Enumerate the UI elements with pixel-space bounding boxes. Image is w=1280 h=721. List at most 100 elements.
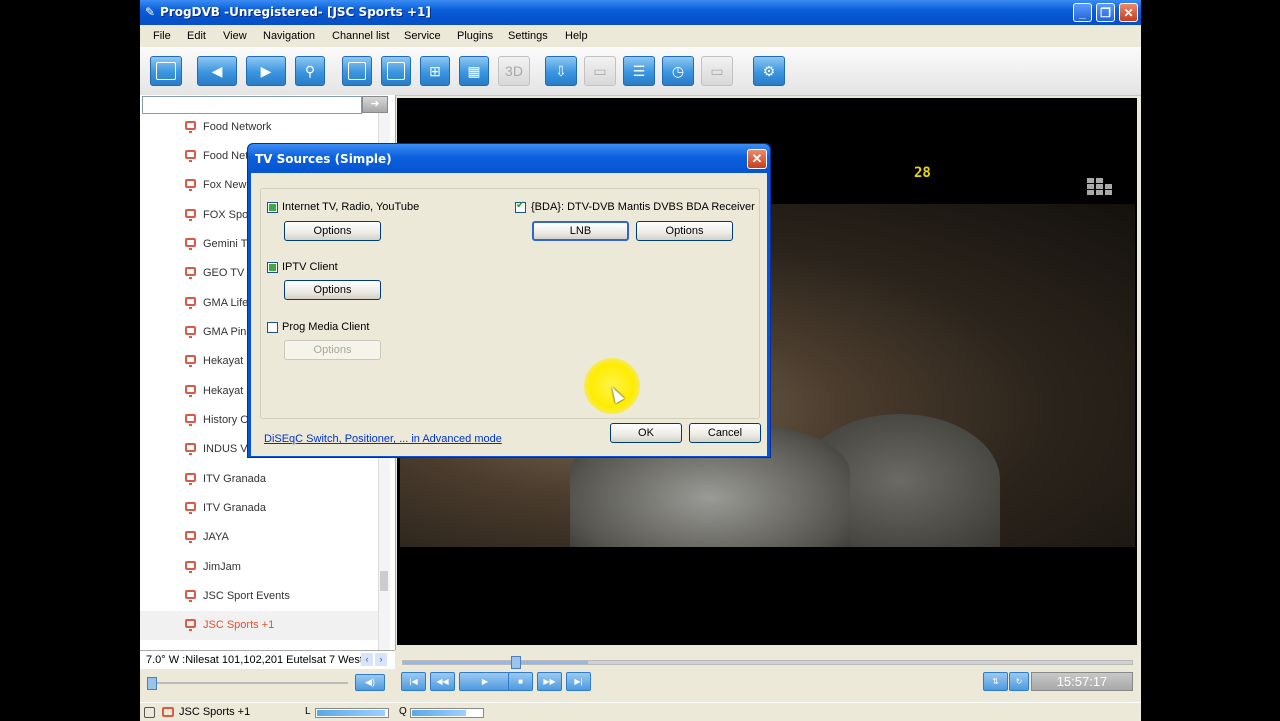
progdvb-app-icon: ✎: [144, 5, 156, 19]
refresh-icon[interactable]: ↻: [1009, 672, 1029, 691]
audio-button[interactable]: ◀): [355, 674, 385, 691]
prog-media-options-button[interactable]: Options: [284, 340, 381, 360]
bda-receiver-label: {BDA}: DTV-DVB Mantis DVBS BDA Receiver: [531, 201, 755, 213]
tv-icon: [185, 531, 196, 543]
window-icon[interactable]: [150, 56, 182, 86]
iptv-options-button[interactable]: Options: [284, 280, 381, 300]
skip-forward-icon[interactable]: ▶|: [566, 672, 591, 691]
prog-media-client-label: Prog Media Client: [282, 321, 370, 333]
3d-icon[interactable]: 3D: [498, 56, 530, 86]
prog-media-client-checkbox[interactable]: [267, 322, 278, 333]
status-channel: JSC Sports +1: [179, 706, 251, 718]
volume-slider[interactable]: [147, 677, 348, 690]
scrollbar-thumb[interactable]: [380, 571, 388, 591]
fast-forward-icon[interactable]: ▶▶: [537, 672, 562, 691]
tv-icon: [185, 209, 196, 221]
tv-sources-dialog: TV Sources (Simple) ✕ Internet TV, Radio…: [247, 143, 771, 458]
mouse-cursor-highlight: [584, 358, 640, 414]
internet-tv-options-button[interactable]: Options: [284, 221, 381, 241]
menu-bar: File Edit View Navigation Channel list S…: [140, 25, 1141, 47]
teletext-icon[interactable]: ▭: [701, 56, 733, 86]
satellite-next-icon[interactable]: ›: [375, 653, 387, 666]
epg-icon[interactable]: ▭: [584, 56, 616, 86]
list-icon[interactable]: ☰: [623, 56, 655, 86]
menu-help[interactable]: Help: [565, 30, 588, 42]
tv-icon: [185, 238, 196, 250]
lnb-button[interactable]: LNB: [532, 221, 629, 241]
menu-channel-list[interactable]: Channel list: [332, 30, 389, 42]
menu-plugins[interactable]: Plugins: [457, 30, 493, 42]
menu-view[interactable]: View: [223, 30, 247, 42]
quality-label: Q: [399, 706, 407, 717]
channel-item[interactable]: ITV Granada: [140, 494, 378, 523]
satellite-name: 7.0° W :Nilesat 101,102,201 Eutelsat 7 W…: [146, 654, 361, 666]
stop-icon[interactable]: ■: [508, 672, 533, 691]
search-go-button[interactable]: ➜: [362, 96, 388, 113]
satellite-bar: 7.0° W :Nilesat 101,102,201 Eutelsat 7 W…: [140, 650, 395, 669]
internet-tv-checkbox[interactable]: [267, 202, 278, 213]
single-view-icon[interactable]: [342, 56, 372, 86]
channel-item[interactable]: JimJam: [140, 553, 378, 582]
signal-level-fill: [317, 710, 385, 716]
channel-item[interactable]: Food Network: [140, 113, 378, 142]
dialog-title-bar[interactable]: TV Sources (Simple) ✕: [248, 144, 770, 173]
title-bar[interactable]: ✎ ProgDVB -Unregistered- [JSC Sports +1]…: [140, 0, 1141, 25]
menu-edit[interactable]: Edit: [187, 30, 206, 42]
swap-icon[interactable]: ⇅: [983, 672, 1008, 691]
tv-icon: [185, 414, 196, 426]
dialog-body: Internet TV, Radio, YouTube Options IPTV…: [251, 173, 767, 456]
internet-tv-label: Internet TV, Radio, YouTube: [282, 201, 420, 213]
clock: 15:57:17: [1031, 672, 1133, 691]
record-icon[interactable]: ⇩: [545, 56, 577, 86]
bda-options-button[interactable]: Options: [636, 221, 733, 241]
tv-icon: [185, 355, 196, 367]
channel-item[interactable]: ITV Granada: [140, 465, 378, 494]
channel-item[interactable]: JAYA: [140, 523, 378, 552]
tv-icon: [185, 297, 196, 309]
settings-gear-icon[interactable]: ⚙: [753, 56, 785, 86]
search-icon[interactable]: ⚲: [295, 56, 325, 86]
tv-icon: [185, 121, 196, 133]
seek-knob[interactable]: [511, 656, 521, 669]
fullscreen-icon[interactable]: [381, 56, 411, 86]
multi-view-icon[interactable]: ▦: [459, 56, 489, 86]
restore-button[interactable]: ❐: [1096, 3, 1115, 22]
signal-level-meter: [315, 708, 389, 718]
close-button[interactable]: ✕: [1119, 3, 1138, 22]
play-icon[interactable]: ▶: [459, 672, 511, 691]
tv-icon: [185, 473, 196, 485]
advanced-mode-link[interactable]: DiSEqC Switch, Positioner, ... in Advanc…: [264, 433, 502, 445]
cancel-button[interactable]: Cancel: [689, 423, 761, 443]
volume-slider-knob[interactable]: [147, 677, 157, 690]
back-icon[interactable]: ◀: [197, 56, 237, 86]
minimize-button[interactable]: _: [1073, 3, 1092, 22]
channel-item[interactable]: JSC Sport Events: [140, 582, 378, 611]
seek-bar[interactable]: [402, 656, 1133, 669]
toolbar: ◀ ▶ ⚲ ⊞ ▦ 3D ⇩ ▭ ☰ ◷ ▭ ⚙: [140, 47, 1141, 96]
satellite-prev-icon[interactable]: ‹: [361, 653, 373, 666]
menu-file[interactable]: File: [153, 30, 171, 42]
ok-button[interactable]: OK: [610, 423, 682, 443]
menu-service[interactable]: Service: [404, 30, 441, 42]
channel-search-input[interactable]: [142, 96, 362, 114]
tv-icon: [185, 443, 196, 455]
bda-receiver-checkbox[interactable]: [515, 200, 526, 213]
skip-back-icon[interactable]: |◀: [401, 672, 426, 691]
signal-quality-meter: [410, 708, 484, 718]
quad-view-icon[interactable]: ⊞: [420, 56, 450, 86]
channel-item-selected[interactable]: JSC Sports +1: [140, 611, 378, 640]
timer-icon[interactable]: ◷: [662, 56, 694, 86]
tv-icon: [162, 707, 174, 717]
lock-icon: [144, 707, 155, 718]
tv-icon: [185, 502, 196, 514]
iptv-client-checkbox[interactable]: [267, 262, 278, 273]
tv-icon: [185, 590, 196, 602]
channel-logo-icon: [1087, 178, 1114, 196]
forward-icon[interactable]: ▶: [246, 56, 286, 86]
rewind-icon[interactable]: ◀◀: [430, 672, 455, 691]
seek-fill: [403, 661, 588, 664]
menu-settings[interactable]: Settings: [508, 30, 548, 42]
dialog-close-button[interactable]: ✕: [747, 149, 767, 169]
menu-navigation[interactable]: Navigation: [263, 30, 315, 42]
window-title: ProgDVB -Unregistered- [JSC Sports +1]: [160, 5, 431, 19]
